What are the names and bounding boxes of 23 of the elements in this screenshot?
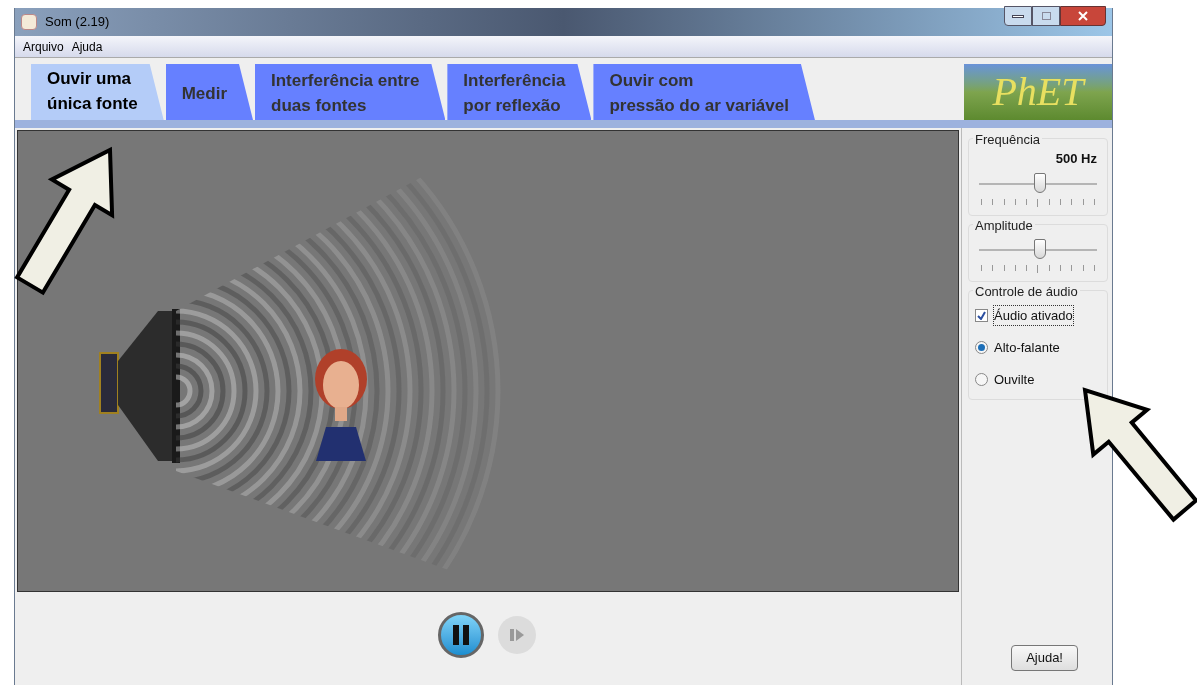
menu-item[interactable]: Arquivo: [23, 37, 64, 56]
slider-thumb[interactable]: [1034, 238, 1047, 259]
check-icon: [977, 310, 986, 320]
help-button[interactable]: Ajuda!: [1011, 645, 1078, 671]
logo-text: PhET: [992, 68, 1084, 116]
window-title: Som (2.19): [45, 13, 110, 32]
pause-button[interactable]: [438, 611, 484, 658]
slider-thumb[interactable]: [1034, 172, 1047, 193]
tab[interactable]: Interferência por reflexão: [447, 64, 592, 120]
radio-option[interactable]: Ouvilte: [975, 369, 1101, 389]
tab[interactable]: Interferência entre duas fontes: [255, 64, 446, 120]
frequency-reading: 500 Hz: [1055, 151, 1097, 166]
pause-icon: [452, 624, 470, 645]
tab[interactable]: Ouvir uma única fonte: [31, 64, 164, 120]
maximize-button[interactable]: [1032, 6, 1060, 26]
menu-item[interactable]: Ajuda: [71, 37, 103, 56]
minimize-button[interactable]: [1004, 6, 1032, 26]
tab[interactable]: Medir: [165, 64, 253, 120]
tab[interactable]: Ouvir com pressão do ar variável: [593, 64, 815, 120]
close-icon: [1078, 11, 1088, 21]
radio-option[interactable]: Alto-falante: [975, 338, 1101, 358]
close-button[interactable]: [1060, 6, 1106, 26]
step-icon: [509, 627, 525, 642]
